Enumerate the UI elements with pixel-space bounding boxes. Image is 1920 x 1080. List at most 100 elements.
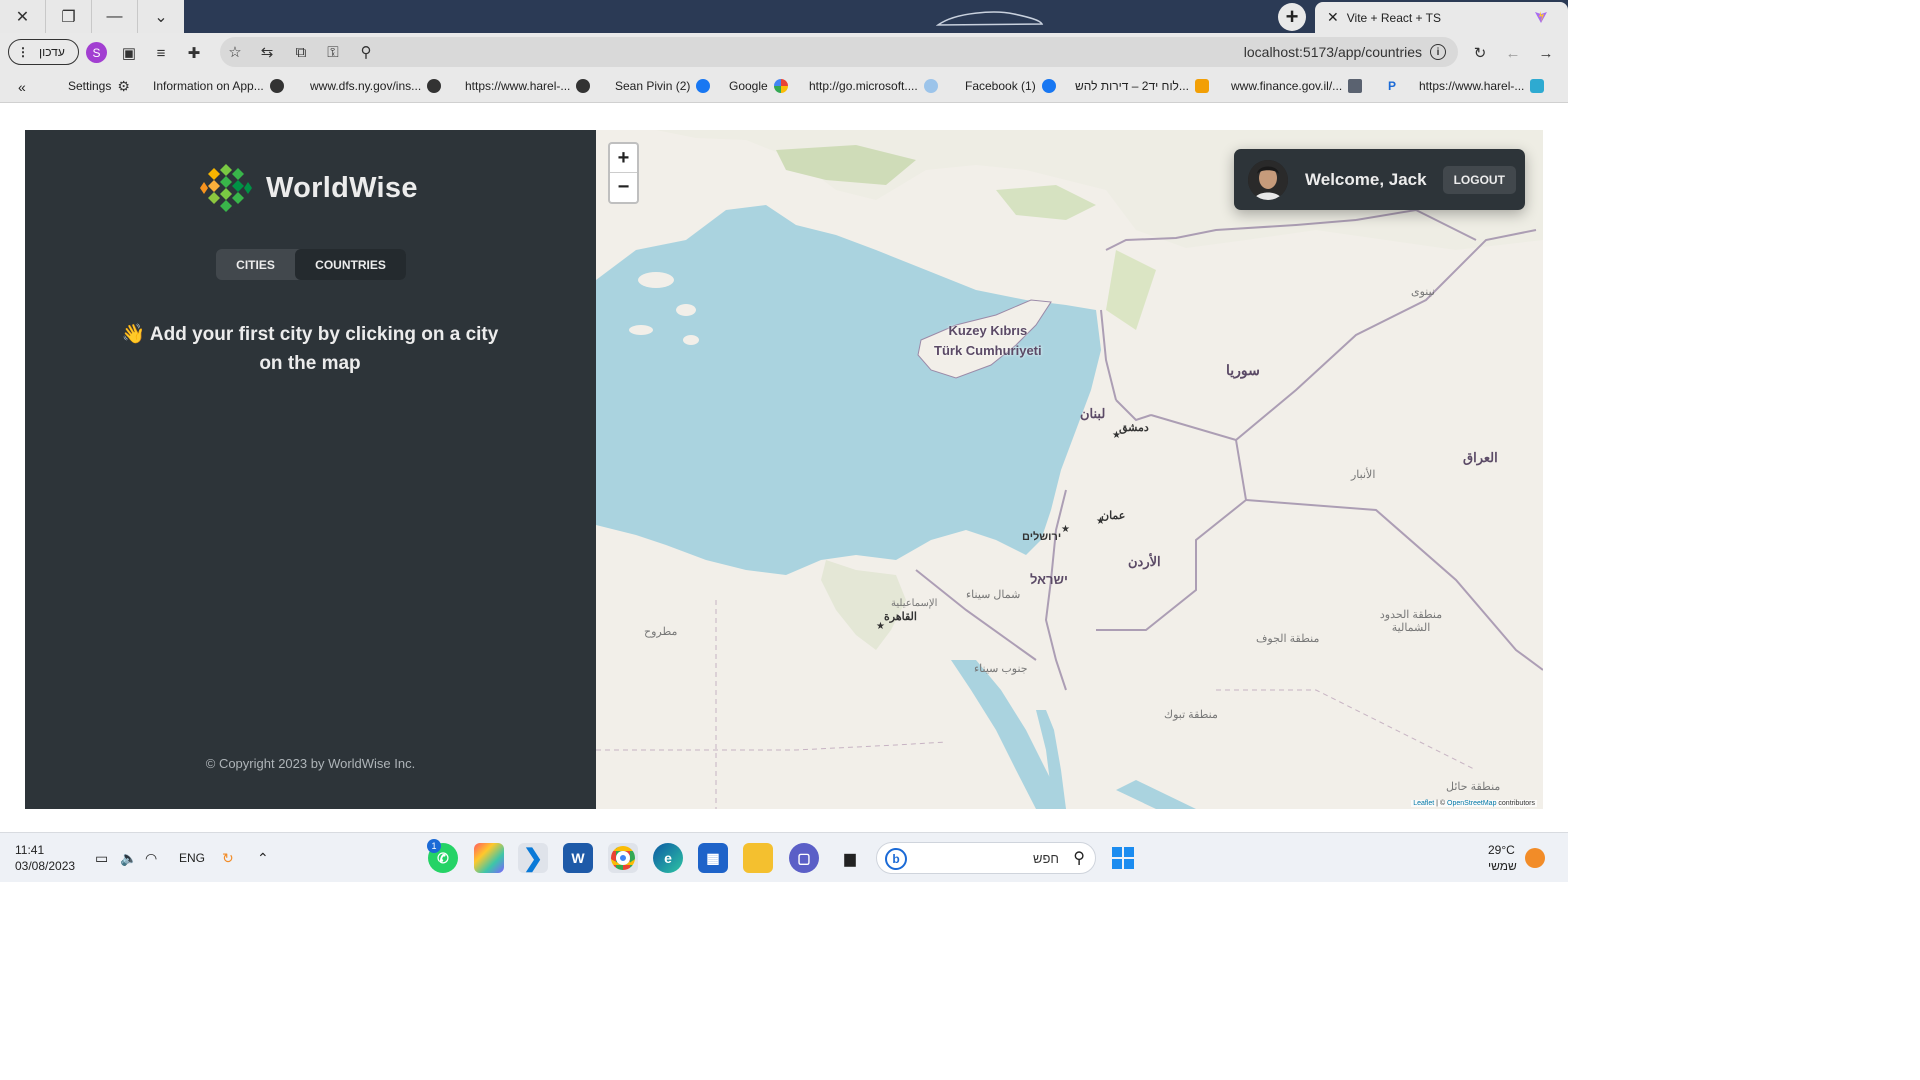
- tab-countries[interactable]: COUNTRIES: [295, 249, 406, 280]
- globe-logo-icon: [200, 162, 252, 214]
- bookmark-item[interactable]: Google: [729, 79, 788, 93]
- new-tab-button[interactable]: +: [1278, 3, 1306, 31]
- system-clock[interactable]: 11:41 03/08/2023: [15, 842, 75, 874]
- taskbar-search[interactable]: b חפש ⚲: [876, 842, 1096, 874]
- store-icon[interactable]: ▦: [698, 843, 728, 873]
- map-label-israel: ישראל: [1030, 572, 1068, 587]
- reading-list-icon[interactable]: ≡: [152, 44, 170, 62]
- map-label-north-sinai: شمال سيناء: [966, 589, 1021, 601]
- logo[interactable]: WorldWise: [198, 160, 418, 216]
- cloud-icon: [923, 79, 938, 93]
- leaflet-link[interactable]: Leaflet: [1413, 800, 1434, 807]
- windows-taskbar: 11:41 03/08/2023 ▭ 🔈 ◠ ENG ↻ ⌃ ✆ 1 ❯ W e…: [0, 832, 1568, 882]
- weather-desc: שמשי: [1488, 859, 1517, 873]
- map-view[interactable]: ★ ★ ★ ★ Kuzey Kıbrıs Türk Cumhuriyeti سو…: [596, 130, 1543, 809]
- bookmark-item[interactable]: https://www.harel-...: [465, 79, 591, 93]
- update-label: עדכון: [39, 45, 65, 59]
- tab-search-button[interactable]: ⌄: [138, 0, 184, 33]
- file-explorer-icon[interactable]: [743, 843, 773, 873]
- bookmark-item[interactable]: https://www.harel-...: [1419, 79, 1545, 93]
- volume-icon[interactable]: 🔈: [120, 850, 137, 867]
- globe-icon: [427, 79, 442, 93]
- bookmark-label: https://www.harel-...: [465, 79, 571, 93]
- sun-icon: [1525, 848, 1545, 868]
- google-icon: [773, 79, 788, 93]
- restore-icon: ❐: [61, 8, 76, 26]
- bookmark-item[interactable]: http://go.microsoft....: [809, 79, 938, 93]
- logout-button[interactable]: LOGOUT: [1442, 165, 1516, 194]
- translate-icon[interactable]: ⧉: [292, 43, 310, 61]
- zoom-control: + −: [608, 142, 639, 204]
- minimize-icon: —: [106, 7, 123, 25]
- windows-start-icon[interactable]: [1108, 843, 1138, 873]
- edge-icon[interactable]: e: [653, 843, 683, 873]
- back-arrow-icon[interactable]: ←: [1504, 44, 1522, 62]
- attribution-separator: | ©: [1434, 800, 1448, 807]
- bookmarks-collapse-button[interactable]: «: [18, 79, 26, 95]
- pf-icon[interactable]: P: [1388, 79, 1396, 93]
- chevron-up-icon[interactable]: ⌃: [257, 850, 269, 867]
- sidebar-toggle-icon[interactable]: ▣: [120, 44, 138, 62]
- bookmark-item[interactable]: www.dfs.ny.gov/ins...: [310, 79, 442, 93]
- key-icon[interactable]: ⚿: [324, 43, 342, 61]
- bookmark-item[interactable]: Sean Pivin (2): [615, 79, 711, 93]
- wifi-icon[interactable]: ◠: [145, 850, 157, 867]
- bookmark-label: http://go.microsoft....: [809, 79, 918, 93]
- osm-link[interactable]: OpenStreetMap: [1447, 800, 1496, 807]
- bookmark-item[interactable]: Settings ⚙: [68, 79, 131, 93]
- user-card: Welcome, Jack LOGOUT: [1234, 149, 1525, 210]
- input-language[interactable]: ENG: [179, 851, 205, 865]
- vscode-icon[interactable]: ❯: [518, 843, 548, 873]
- share-icon[interactable]: ⇆: [258, 43, 276, 61]
- tab-close-icon[interactable]: ✕: [1327, 9, 1339, 26]
- notification-badge: 1: [427, 839, 441, 853]
- extensions-icon[interactable]: ✚: [185, 44, 203, 62]
- bookmark-item[interactable]: Facebook (1): [965, 79, 1056, 93]
- app-icon[interactable]: [474, 843, 504, 873]
- map-label: Kuzey Kıbrıs: [948, 323, 1028, 338]
- close-icon: ✕: [15, 8, 30, 26]
- bookmark-label: Settings: [68, 79, 112, 93]
- url-text[interactable]: localhost:5173/app/countries: [1244, 44, 1422, 60]
- weather-widget[interactable]: 29°C שמשי: [1488, 842, 1517, 874]
- minimize-window-button[interactable]: —: [92, 0, 138, 33]
- sidebar: WorldWise CITIES COUNTRIES 👋 Add your fi…: [25, 130, 596, 809]
- bookmark-label: Information on App...: [153, 79, 264, 93]
- clock-time: 11:41: [15, 843, 45, 857]
- sync-icon[interactable]: ↻: [222, 850, 234, 867]
- bookmark-item[interactable]: www.finance.gov.il/...: [1231, 79, 1363, 93]
- teams-icon[interactable]: ▢: [789, 843, 819, 873]
- terminal-icon[interactable]: ▆: [835, 843, 865, 873]
- word-icon[interactable]: W: [563, 843, 593, 873]
- location-pin-icon[interactable]: ⚲: [357, 43, 375, 61]
- address-bar[interactable]: ☆ ⇆ ⧉ ⚿ ⚲ localhost:5173/app/countries i: [220, 37, 1458, 67]
- bookmark-item[interactable]: Information on App...: [153, 79, 284, 93]
- yad2-icon: [1194, 79, 1209, 93]
- bookmark-item[interactable]: לוח יד2 – דירות להש...: [1075, 79, 1209, 93]
- profile-avatar[interactable]: S: [86, 42, 107, 63]
- globe-icon: [576, 79, 591, 93]
- car-logo-icon: [936, 11, 1044, 26]
- search-placeholder: חפש: [1033, 851, 1059, 866]
- zoom-in-button[interactable]: +: [610, 144, 637, 173]
- bing-icon: b: [885, 848, 907, 870]
- zoom-out-button[interactable]: −: [610, 173, 637, 202]
- map-label-northern-borders: منطقة الحدود الشمالية: [1379, 609, 1443, 634]
- forward-arrow-icon[interactable]: →: [1537, 44, 1555, 62]
- site-info-icon[interactable]: i: [1430, 44, 1446, 60]
- update-button[interactable]: ⋮ עדכון: [8, 39, 79, 65]
- restore-window-button[interactable]: ❐: [46, 0, 92, 33]
- map-label-syria: سوريا: [1226, 362, 1260, 378]
- empty-state-message: 👋 Add your first city by clicking on a c…: [121, 324, 499, 374]
- close-window-button[interactable]: ✕: [0, 0, 46, 33]
- bookmark-label: לוח יד2 – דירות להש...: [1075, 79, 1189, 93]
- map-label-south-sinai: جنوب سيناء: [974, 663, 1028, 675]
- map-label-jerusalem: ירושלים: [1022, 531, 1062, 543]
- tab-cities[interactable]: CITIES: [216, 249, 295, 280]
- chrome-icon[interactable]: [608, 843, 638, 873]
- map-label: Türk Cumhuriyeti: [934, 343, 1042, 358]
- browser-tab[interactable]: ✕ Vite + React + TS: [1315, 2, 1568, 33]
- battery-icon[interactable]: ▭: [95, 850, 108, 867]
- star-icon[interactable]: ☆: [226, 43, 244, 61]
- reload-icon[interactable]: ↻: [1471, 44, 1489, 62]
